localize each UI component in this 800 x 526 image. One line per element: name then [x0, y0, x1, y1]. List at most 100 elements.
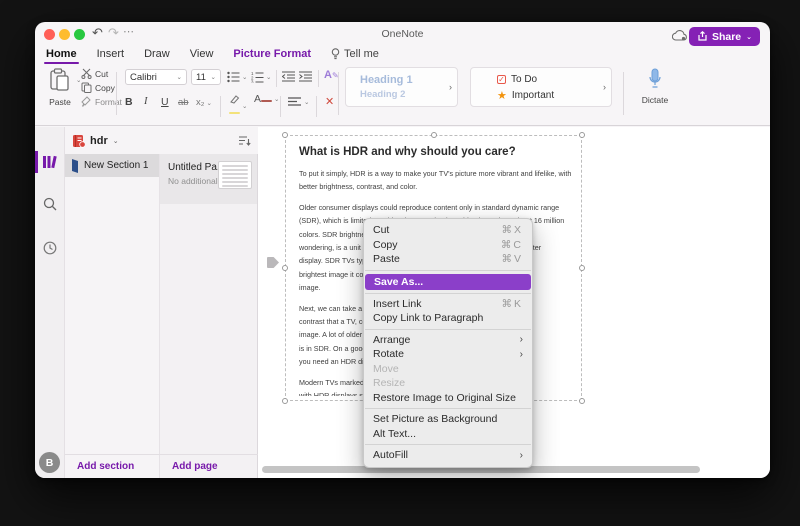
- tab-tell-me[interactable]: Tell me: [331, 48, 379, 64]
- context-menu: Cut⌘XCopy⌘CPaste⌘V Save As... Insert Link⌘…: [363, 218, 533, 468]
- submenu-arrow-icon: ›: [520, 450, 523, 461]
- menu-item-copy-link-to-paragraph[interactable]: Copy Link to Paragraph: [364, 311, 532, 326]
- bullet-list-button[interactable]: ⌄: [227, 71, 247, 83]
- menu-item-paste[interactable]: Paste⌘V: [364, 252, 532, 267]
- menu-separator: [365, 444, 531, 445]
- navigation-rail: B: [35, 127, 65, 478]
- page-item-untitled[interactable]: Untitled Pa... No additional...: [160, 154, 257, 204]
- tag-gallery[interactable]: ✓ To Do ★ Important ›: [470, 67, 612, 107]
- menu-item-set-picture-as-background[interactable]: Set Picture as Background: [364, 412, 532, 427]
- menu-item-move: Move: [364, 362, 532, 377]
- sort-icon[interactable]: [238, 135, 251, 147]
- menu-item-copy[interactable]: Copy⌘C: [364, 238, 532, 253]
- section-item-new-section-1[interactable]: New Section 1: [65, 154, 159, 177]
- notebook-icon: [72, 134, 85, 148]
- menu-separator: [365, 408, 531, 409]
- numbered-list-button[interactable]: 123 ⌄: [251, 71, 271, 83]
- tag-important[interactable]: ★ Important: [497, 88, 554, 103]
- resize-handle-w[interactable]: [282, 265, 288, 271]
- article-paragraph: To put it simply, HDR is a way to make y…: [299, 167, 573, 194]
- style-heading1[interactable]: Heading 1: [360, 74, 413, 86]
- menu-item-save-as[interactable]: Save As...: [365, 274, 531, 290]
- microphone-icon: [648, 68, 662, 90]
- strikethrough-button[interactable]: ab: [178, 97, 189, 108]
- submenu-arrow-icon: ›: [520, 334, 523, 345]
- menu-item-rotate[interactable]: Rotate›: [364, 347, 532, 362]
- tag-todo[interactable]: ✓ To Do: [497, 72, 537, 87]
- notebooks-icon[interactable]: [35, 149, 64, 175]
- recent-notes-icon[interactable]: [35, 235, 64, 261]
- resize-handle-ne[interactable]: [579, 132, 585, 138]
- subscript-button[interactable]: x₂⌄: [196, 97, 212, 108]
- gallery-more-icon[interactable]: ›: [603, 82, 606, 92]
- menu-item-cut[interactable]: Cut⌘X: [364, 223, 532, 238]
- font-name-select[interactable]: Calibri⌄: [125, 69, 187, 85]
- paragraph-handle[interactable]: [267, 257, 279, 268]
- svg-text:3: 3: [251, 80, 254, 84]
- chevron-down-icon: ⌄: [746, 33, 752, 41]
- menu-item-autofill[interactable]: AutoFill›: [364, 448, 532, 463]
- copy-button[interactable]: Copy: [81, 82, 115, 93]
- gallery-more-icon[interactable]: ›: [449, 82, 452, 92]
- paste-button[interactable]: Paste: [43, 68, 77, 107]
- submenu-arrow-icon: ›: [520, 349, 523, 360]
- clear-formatting-button[interactable]: ✕: [325, 95, 334, 108]
- menu-item-resize: Resize: [364, 376, 532, 391]
- sync-cloud-icon: [672, 30, 688, 41]
- cut-button[interactable]: Cut: [81, 68, 108, 79]
- highlight-color-button[interactable]: ⌄: [228, 95, 247, 117]
- page-canvas[interactable]: What is HDR and why should you care? To …: [258, 127, 770, 478]
- tab-home[interactable]: Home: [46, 48, 77, 64]
- add-page-button[interactable]: Add page: [160, 454, 258, 478]
- tab-draw[interactable]: Draw: [144, 48, 170, 64]
- style-heading2[interactable]: Heading 2: [360, 89, 405, 100]
- resize-handle-sw[interactable]: [282, 398, 288, 404]
- italic-button[interactable]: I: [144, 96, 148, 107]
- section-icon: [71, 159, 79, 173]
- align-icon: [288, 97, 301, 107]
- todo-checkbox-icon: ✓: [497, 75, 506, 84]
- tab-picture-format[interactable]: Picture Format: [233, 48, 311, 64]
- menu-separator: [365, 293, 531, 294]
- titlebar: ↶ ↷ ⋯ OneNote Share ⌄: [35, 22, 770, 46]
- tab-view[interactable]: View: [190, 48, 214, 64]
- menu-separator: [365, 329, 531, 330]
- dictate-button[interactable]: Dictate: [635, 68, 675, 105]
- text-styles-icon[interactable]: A✎: [324, 69, 339, 81]
- account-avatar[interactable]: B: [39, 452, 60, 473]
- increase-indent-icon[interactable]: [299, 71, 312, 82]
- page-thumbnail: [218, 161, 252, 189]
- menu-item-alt-text[interactable]: Alt Text...: [364, 427, 532, 442]
- resize-handle-se[interactable]: [579, 398, 585, 404]
- share-icon: [697, 31, 708, 42]
- section-list: New Section 1 Add section: [65, 154, 160, 478]
- tab-insert[interactable]: Insert: [97, 48, 125, 64]
- resize-handle-nw[interactable]: [282, 132, 288, 138]
- search-icon[interactable]: [35, 191, 64, 217]
- star-icon: ★: [497, 89, 507, 102]
- article-title: What is HDR and why should you care?: [299, 146, 573, 158]
- chevron-down-icon: ⌄: [113, 137, 119, 145]
- menu-item-arrange[interactable]: Arrange›: [364, 333, 532, 348]
- menu-item-insert-link[interactable]: Insert Link⌘K: [364, 297, 532, 312]
- paragraph-alignment-button[interactable]: ⌄: [288, 97, 309, 107]
- underline-button[interactable]: U: [161, 96, 169, 108]
- clipboard-icon: [50, 68, 71, 92]
- page-list: Untitled Pa... No additional... Add page: [160, 154, 258, 478]
- bullet-list-icon: [227, 71, 240, 83]
- numbered-list-icon: 123: [251, 71, 264, 83]
- menu-item-restore-image-to-original-size[interactable]: Restore Image to Original Size: [364, 391, 532, 406]
- font-size-select[interactable]: 11⌄: [191, 69, 221, 85]
- resize-handle-e[interactable]: [579, 265, 585, 271]
- decrease-indent-icon[interactable]: [282, 71, 295, 82]
- font-color-button[interactable]: A ⌄: [254, 94, 279, 104]
- heading-styles-gallery[interactable]: Heading 1 Heading 2 ›: [345, 67, 458, 107]
- ribbon: Paste ⌄ Cut Copy Format Calibri⌄ 1: [35, 64, 770, 126]
- onenote-window: ↶ ↷ ⋯ OneNote Share ⌄ Home Insert Draw V…: [35, 22, 770, 478]
- bold-button[interactable]: B: [125, 96, 133, 108]
- share-button[interactable]: Share ⌄: [689, 27, 760, 46]
- notebook-switcher[interactable]: hdr ⌄: [65, 127, 258, 154]
- add-section-button[interactable]: Add section: [65, 454, 160, 478]
- menu-separator: [365, 270, 531, 271]
- resize-handle-n[interactable]: [431, 132, 437, 138]
